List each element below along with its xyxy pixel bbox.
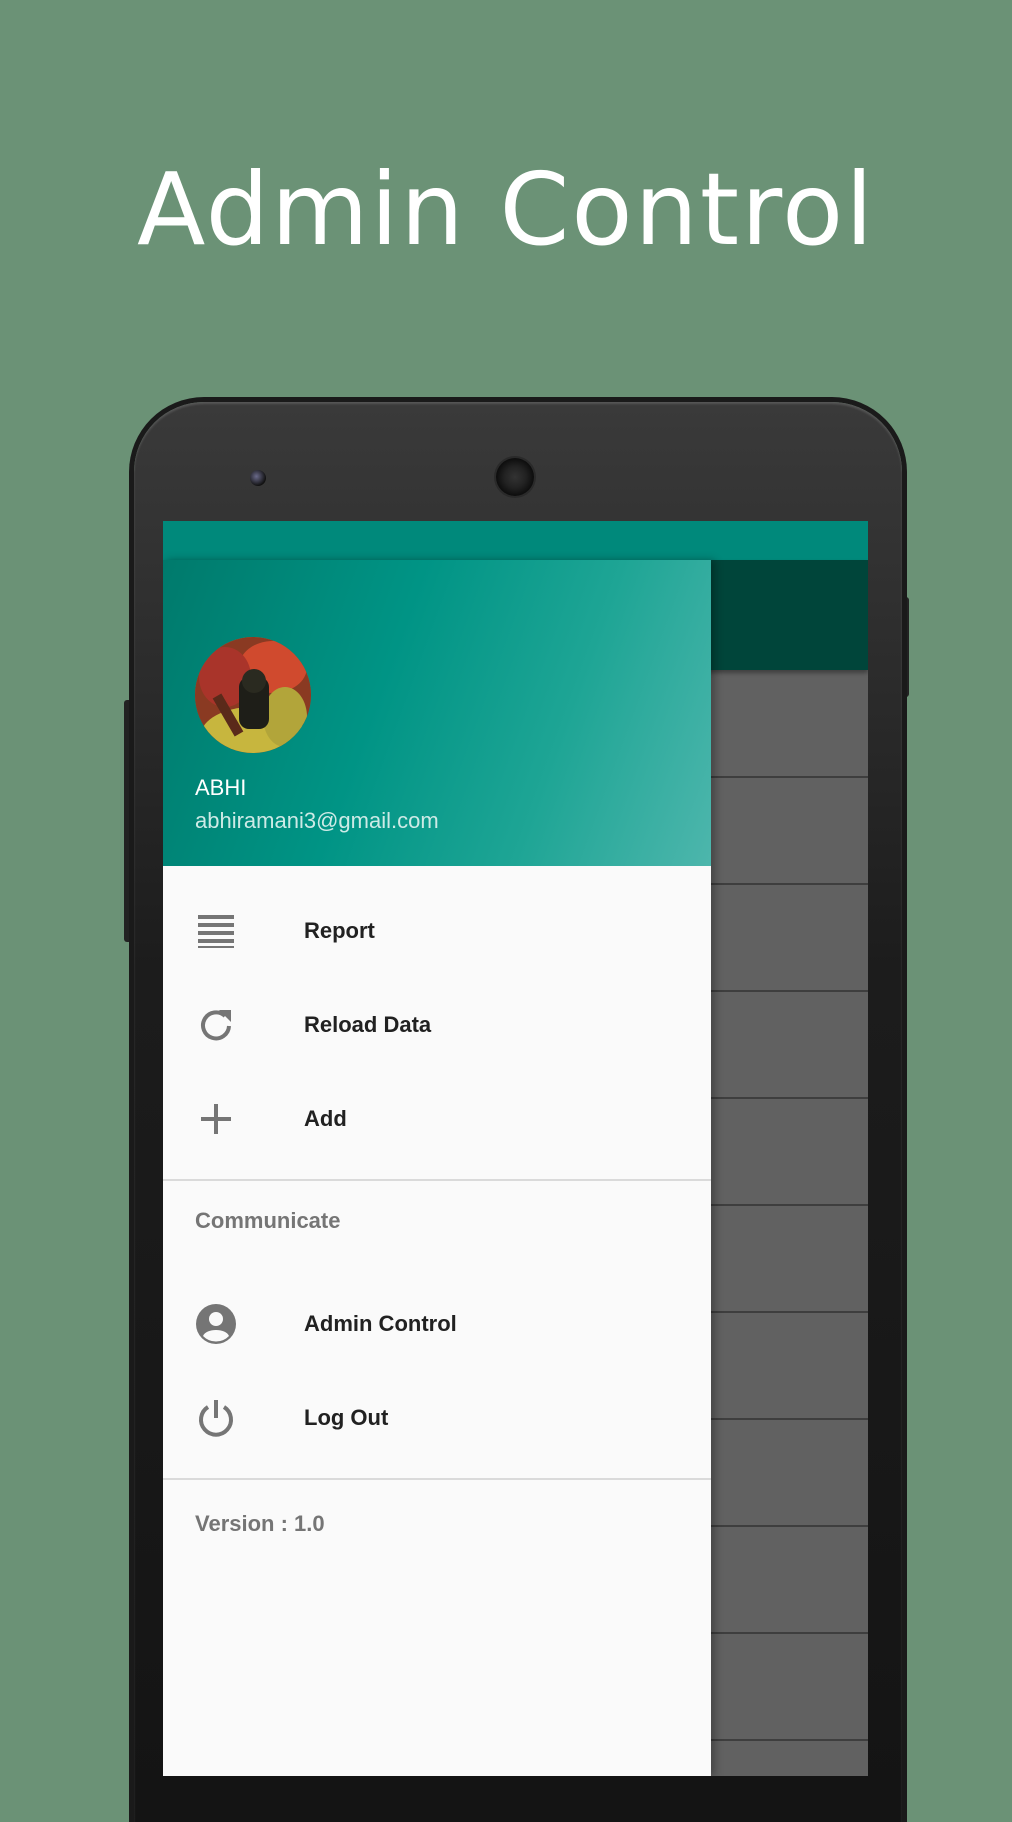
menu-divider <box>163 1478 711 1480</box>
menu-item-label: Reload Data <box>304 1012 432 1037</box>
add-icon <box>201 1104 231 1134</box>
menu-item-label: Admin Control <box>304 1311 457 1336</box>
section-title: Communicate <box>195 1208 341 1233</box>
user-name: ABHI <box>195 775 247 800</box>
power-icon <box>199 1400 233 1437</box>
avatar[interactable] <box>195 637 311 753</box>
page-headline: Admin Control <box>137 151 875 268</box>
status-bar <box>163 521 868 560</box>
menu-item-label: Add <box>304 1106 347 1131</box>
earpiece-speaker <box>496 458 534 496</box>
menu-item-report[interactable]: Report <box>163 884 711 978</box>
version-label: Version : 1.0 <box>195 1511 325 1536</box>
avatar-image <box>195 637 311 753</box>
menu-divider <box>163 1179 711 1181</box>
phone-screen: ABHI abhiramani3@gmail.com Report Reload… <box>163 521 868 1776</box>
drawer-header: ABHI abhiramani3@gmail.com <box>163 560 711 866</box>
front-camera <box>250 470 266 486</box>
menu-item-admin-control[interactable]: Admin Control <box>163 1277 711 1371</box>
report-list-icon <box>198 915 234 948</box>
phone-volume-button <box>124 700 132 942</box>
menu-item-label: Log Out <box>304 1405 389 1430</box>
reload-icon <box>201 1010 231 1041</box>
navigation-drawer: ABHI abhiramani3@gmail.com Report Reload… <box>163 560 711 1776</box>
phone-power-button <box>901 597 909 697</box>
user-email: abhiramani3@gmail.com <box>195 808 439 833</box>
menu-item-label: Report <box>304 918 375 943</box>
menu-item-reload-data[interactable]: Reload Data <box>163 978 711 1072</box>
menu-item-log-out[interactable]: Log Out <box>163 1371 711 1465</box>
account-circle-icon <box>196 1304 236 1344</box>
menu-item-add[interactable]: Add <box>163 1072 711 1166</box>
